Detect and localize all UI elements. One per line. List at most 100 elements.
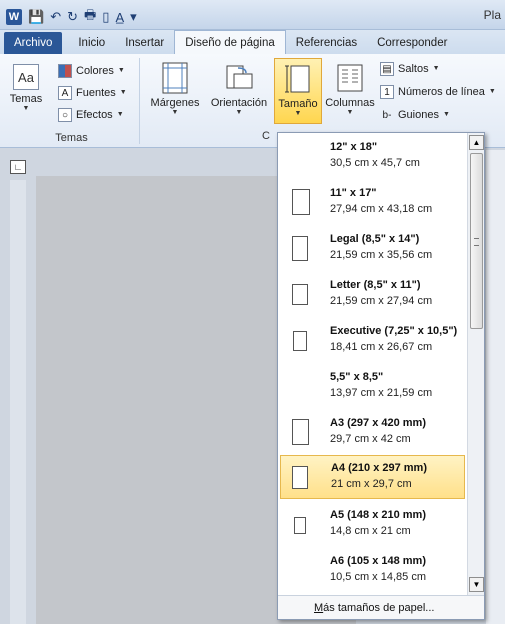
page-thumbnail-icon (294, 517, 306, 534)
size-option-a6[interactable]: A6 (105 x 148 mm) 10,5 cm x 14,85 cm (280, 549, 465, 593)
orientacion-button[interactable]: Orientación ▼ (206, 58, 272, 124)
size-option-name: 11" x 17" (330, 187, 377, 199)
chevron-down-icon: ▼ (235, 109, 243, 116)
colors-icon (58, 64, 72, 78)
word-logo-icon[interactable]: W (6, 9, 22, 25)
page-thumbnail-icon (292, 284, 308, 305)
print-preview-icon[interactable]: 🖶 (84, 6, 96, 28)
document-right-area (486, 150, 505, 624)
more-paper-sizes-label: Más tamaños de papel... (314, 602, 435, 614)
size-option-letter[interactable]: Letter (8,5" x 11") 21,59 cm x 27,94 cm (280, 273, 465, 317)
size-option-dims: 27,94 cm x 43,18 cm (330, 203, 433, 215)
size-option-a5[interactable]: A5 (148 x 210 mm) 14,8 cm x 21 cm (280, 503, 465, 547)
breaks-icon: ▤ (380, 62, 394, 76)
tab-inicio[interactable]: Inicio (68, 32, 115, 54)
dropdown-scrollbar[interactable]: ▲ ▼ (467, 133, 484, 595)
size-option-11x17[interactable]: 11" x 17" 27,94 cm x 43,18 cm (280, 181, 465, 225)
tab-archivo[interactable]: Archivo (4, 32, 63, 54)
quick-access-toolbar: W 💾 ↶ ↻ 🖶 ▯ A̲ ▾ (6, 6, 137, 28)
guiones-label: Guiones (398, 109, 439, 121)
tamano-label: Tamaño (278, 98, 318, 110)
tab-insertar[interactable]: Insertar (115, 32, 174, 54)
page-size-dropdown: 12" x 18" 30,5 cm x 45,7 cm 11" x 17" 27… (277, 132, 485, 620)
tab-diseno-de-pagina[interactable]: Diseño de página (174, 30, 286, 54)
customize-qat-icon[interactable]: ▾ (130, 9, 137, 25)
save-icon[interactable]: 💾 (28, 9, 44, 25)
temas-button[interactable]: Aa Temas ▼ (6, 60, 46, 122)
line-numbers-icon: 1 (380, 85, 394, 99)
temas-group-label: Temas (55, 132, 88, 144)
columnas-label: Columnas (325, 97, 375, 109)
efectos-label: Efectos (76, 109, 113, 121)
scroll-up-icon[interactable]: ▲ (469, 135, 484, 150)
scroll-down-icon[interactable]: ▼ (469, 577, 484, 592)
fonts-icon: A (58, 86, 72, 100)
size-option-a4[interactable]: A4 (210 x 297 mm) 21 cm x 29,7 cm (280, 455, 465, 499)
page-thumbnail-icon (292, 189, 310, 215)
efectos-button[interactable]: ○ Efectos ▼ (58, 106, 127, 124)
scroll-grip-icon (474, 238, 479, 246)
vertical-ruler (10, 180, 26, 624)
tamano-button[interactable]: Tamaño ▼ (274, 58, 322, 124)
chevron-down-icon: ▼ (346, 109, 354, 116)
numeros-de-linea-button[interactable]: 1 Números de línea ▼ (380, 83, 496, 101)
text-format-icon[interactable]: A̲ (115, 10, 124, 25)
page-thumbnail-icon (293, 331, 307, 351)
tab-correspondencia[interactable]: Corresponder (367, 32, 457, 54)
chevron-down-icon: ▼ (432, 65, 440, 72)
guiones-button[interactable]: b‐ Guiones ▼ (380, 106, 496, 124)
size-option-name: Letter (8,5" x 11") (330, 279, 421, 291)
chevron-down-icon: ▼ (119, 89, 127, 96)
tab-referencias[interactable]: Referencias (286, 32, 367, 54)
chevron-down-icon: ▼ (171, 109, 179, 116)
size-option-dims: 29,7 cm x 42 cm (330, 433, 411, 445)
size-option-a3[interactable]: A3 (297 x 420 mm) 29,7 cm x 42 cm (280, 411, 465, 455)
saltos-button[interactable]: ▤ Saltos ▼ (380, 60, 496, 78)
size-option-dims: 21,59 cm x 27,94 cm (330, 295, 433, 307)
temas-button-label: Temas (9, 93, 43, 105)
size-option-name: 12" x 18" (330, 141, 378, 153)
undo-icon[interactable]: ↶ (50, 9, 61, 25)
size-option-name: A3 (297 x 420 mm) (330, 417, 426, 429)
margenes-button[interactable]: Márgenes ▼ (146, 58, 204, 124)
hyphenation-icon: b‐ (382, 109, 392, 121)
more-paper-sizes-item[interactable]: Más tamaños de papel... (278, 595, 484, 619)
colores-button[interactable]: Colores ▼ (58, 62, 127, 80)
size-option-name: Legal (8,5" x 14") (330, 233, 420, 245)
page-thumbnail-icon (292, 419, 309, 445)
configurar-pagina-group-label: C (262, 130, 270, 142)
columnas-button[interactable]: Columnas ▼ (324, 58, 376, 124)
redo-icon[interactable]: ↻ (67, 9, 78, 25)
tab-selector[interactable]: ∟ (10, 160, 26, 174)
new-document-icon[interactable]: ▯ (102, 9, 109, 25)
chevron-down-icon: ▼ (117, 67, 125, 74)
size-option-name: A6 (105 x 148 mm) (330, 555, 426, 567)
chevron-down-icon: ▼ (294, 110, 302, 117)
page-size-list: 12" x 18" 30,5 cm x 45,7 cm 11" x 17" 27… (278, 133, 466, 595)
numeros-de-linea-label: Números de línea (398, 86, 485, 98)
size-option-name: 5,5" x 8,5" (330, 371, 384, 383)
fuentes-button[interactable]: A Fuentes ▼ (58, 84, 127, 102)
size-option-dims: 21,59 cm x 35,56 cm (330, 249, 433, 261)
size-option-5-5x8-5[interactable]: 5,5" x 8,5" 13,97 cm x 21,59 cm (280, 365, 465, 409)
size-option-legal[interactable]: Legal (8,5" x 14") 21,59 cm x 35,56 cm (280, 227, 465, 271)
size-option-dims: 21 cm x 29,7 cm (331, 478, 412, 490)
size-option-name: A5 (148 x 210 mm) (330, 509, 426, 521)
page-size-icon (285, 65, 310, 93)
chevron-down-icon: ▼ (488, 88, 496, 95)
size-option-12x18[interactable]: 12" x 18" 30,5 cm x 45,7 cm (280, 135, 465, 179)
temas-group: Aa Temas ▼ Colores ▼ A Fuentes ▼ ○ Efect… (4, 58, 140, 144)
size-option-dims: 30,5 cm x 45,7 cm (330, 157, 420, 169)
ribbon-tabs: Archivo Inicio Insertar Diseño de página… (0, 30, 505, 54)
colores-label: Colores (76, 65, 114, 77)
size-option-dims: 13,97 cm x 21,59 cm (330, 387, 433, 399)
size-option-executive[interactable]: Executive (7,25" x 10,5") 18,41 cm x 26,… (280, 319, 465, 363)
themes-icon: Aa (13, 64, 39, 90)
margenes-label: Márgenes (150, 97, 200, 109)
margins-icon (162, 62, 188, 94)
scroll-thumb[interactable] (470, 153, 483, 329)
orientation-icon (226, 65, 253, 89)
page-thumbnail-icon (292, 466, 308, 489)
size-option-dims: 18,41 cm x 26,67 cm (330, 341, 433, 353)
fuentes-label: Fuentes (76, 87, 116, 99)
